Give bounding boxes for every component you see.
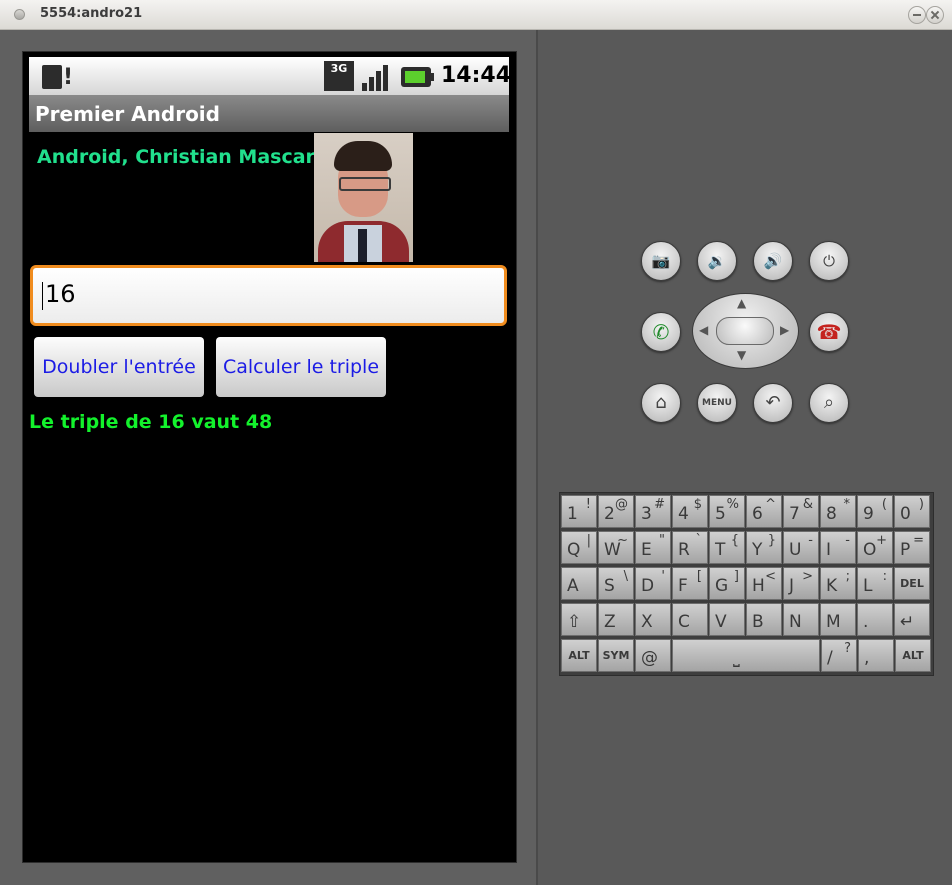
signal-strength-icon <box>362 63 394 91</box>
call-button[interactable]: ✆ <box>641 312 681 352</box>
search-button[interactable]: ⌕ <box>809 383 849 423</box>
volume-up-button[interactable]: 🔊 <box>753 241 793 281</box>
key-0-8[interactable]: 9( <box>857 495 893 528</box>
key-0-9[interactable]: 0) <box>894 495 930 528</box>
minimize-button[interactable] <box>908 6 926 24</box>
key-3-7[interactable]: M <box>820 603 856 636</box>
key-sym[interactable]: SYM <box>598 639 634 672</box>
key-1-2[interactable]: E " <box>635 531 671 564</box>
home-icon: ⌂ <box>655 392 667 413</box>
hardware-keyboard: 1! 2 @3 #4 $5% 6 ^ 7 & 8 * 9(0) Q | W ~ E " R ` T{Y} U - I - O + P =… <box>559 492 934 676</box>
key-2-2[interactable]: D ' <box>635 567 671 600</box>
key-3-2[interactable]: X <box>635 603 671 636</box>
key-0-3[interactable]: 4 $ <box>672 495 708 528</box>
key-alt-left[interactable]: ALT <box>561 639 597 672</box>
key-3-6[interactable]: N <box>783 603 819 636</box>
key-3-4[interactable]: V <box>709 603 745 636</box>
power-icon: ⏻ <box>823 252 835 270</box>
key-3-5[interactable]: B <box>746 603 782 636</box>
volume-up-icon: 🔊 <box>763 252 783 270</box>
camera-icon: 📷 <box>651 252 671 270</box>
dpad-center-button[interactable] <box>716 317 774 345</box>
phone-call-icon: ✆ <box>652 320 670 344</box>
search-icon: ⌕ <box>823 392 835 413</box>
window-titlebar: 5554:andro21 <box>0 0 952 30</box>
camera-button[interactable]: 📷 <box>641 241 681 281</box>
emulator-controls-panel <box>538 30 952 885</box>
window-menu-dot-icon[interactable] <box>14 9 25 20</box>
key-1-8[interactable]: O + <box>857 531 893 564</box>
sd-card-warning-icon <box>42 65 73 90</box>
key-3-8[interactable]: . <box>857 603 893 636</box>
key-1-9[interactable]: P = <box>894 531 930 564</box>
key-1-3[interactable]: R ` <box>672 531 708 564</box>
number-input-value: 16 <box>42 280 76 310</box>
author-photo <box>314 133 413 262</box>
power-button[interactable]: ⏻ <box>809 241 849 281</box>
battery-charging-icon <box>401 67 434 87</box>
app-title: Premier Android <box>35 102 220 126</box>
key-3-3[interactable]: C <box>672 603 708 636</box>
author-label: Android, Christian Mascart <box>37 146 324 168</box>
key-2-7[interactable]: K; <box>820 567 856 600</box>
dpad-right-button[interactable]: ▶ <box>780 323 789 337</box>
key-1-5[interactable]: Y} <box>746 531 782 564</box>
status-clock: 14:44 <box>441 63 512 88</box>
key-2-1[interactable]: S \ <box>598 567 634 600</box>
key-2-8[interactable]: L: <box>857 567 893 600</box>
back-button[interactable]: ↶ <box>753 383 793 423</box>
key-0-5[interactable]: 6 ^ <box>746 495 782 528</box>
key-1-0[interactable]: Q | <box>561 531 597 564</box>
calculate-triple-button[interactable]: Calculer le triple <box>216 337 386 397</box>
key-0-0[interactable]: 1! <box>561 495 597 528</box>
key-2-6[interactable]: J > <box>783 567 819 600</box>
back-arrow-icon: ↶ <box>765 392 781 413</box>
key-3-9[interactable]: ↵ <box>894 603 930 636</box>
key-alt-right[interactable]: ALT <box>895 639 931 672</box>
key-3-0[interactable]: ⇧ <box>561 603 597 636</box>
key-2-5[interactable]: H < <box>746 567 782 600</box>
key-0-7[interactable]: 8 * <box>820 495 856 528</box>
key-space[interactable]: ⎵ <box>672 639 820 672</box>
number-input[interactable]: 16 <box>30 265 507 326</box>
key-0-1[interactable]: 2 @ <box>598 495 634 528</box>
key-2-0[interactable]: A <box>561 567 597 600</box>
dpad-down-button[interactable]: ▼ <box>737 348 746 362</box>
network-3g-icon: 3G <box>324 61 354 91</box>
volume-down-button[interactable]: 🔉 <box>697 241 737 281</box>
key-1-7[interactable]: I- <box>820 531 856 564</box>
home-button[interactable]: ⌂ <box>641 383 681 423</box>
phone-hangup-icon: ☎ <box>816 320 842 344</box>
result-text: Le triple de 16 vaut 48 <box>29 411 273 433</box>
key-2-9[interactable]: DEL <box>894 567 930 600</box>
key-2-4[interactable]: G] <box>709 567 745 600</box>
key-slash[interactable]: /? <box>821 639 857 672</box>
close-button[interactable] <box>926 6 944 24</box>
key-comma[interactable]: , <box>858 639 894 672</box>
volume-down-icon: 🔉 <box>707 252 727 270</box>
key-0-6[interactable]: 7 & <box>783 495 819 528</box>
status-bar: 3G 14:44 <box>29 57 512 95</box>
dpad-left-button[interactable]: ◀ <box>699 323 708 337</box>
window-title: 5554:andro21 <box>40 6 143 21</box>
dpad-up-button[interactable]: ▲ <box>737 296 746 310</box>
key-0-4[interactable]: 5% <box>709 495 745 528</box>
menu-button[interactable]: MENU <box>697 383 737 423</box>
key-1-6[interactable]: U- <box>783 531 819 564</box>
key-1-4[interactable]: T{ <box>709 531 745 564</box>
key-0-2[interactable]: 3 # <box>635 495 671 528</box>
key-2-3[interactable]: F[ <box>672 567 708 600</box>
key-at[interactable]: @ <box>635 639 671 672</box>
key-1-1[interactable]: W ~ <box>598 531 634 564</box>
end-call-button[interactable]: ☎ <box>809 312 849 352</box>
device-screen: 3G 14:44 Premier Android Android, Christ… <box>22 51 517 863</box>
key-3-1[interactable]: Z <box>598 603 634 636</box>
app-title-bar: Premier Android <box>29 95 509 132</box>
double-input-button[interactable]: Doubler l'entrée <box>34 337 204 397</box>
